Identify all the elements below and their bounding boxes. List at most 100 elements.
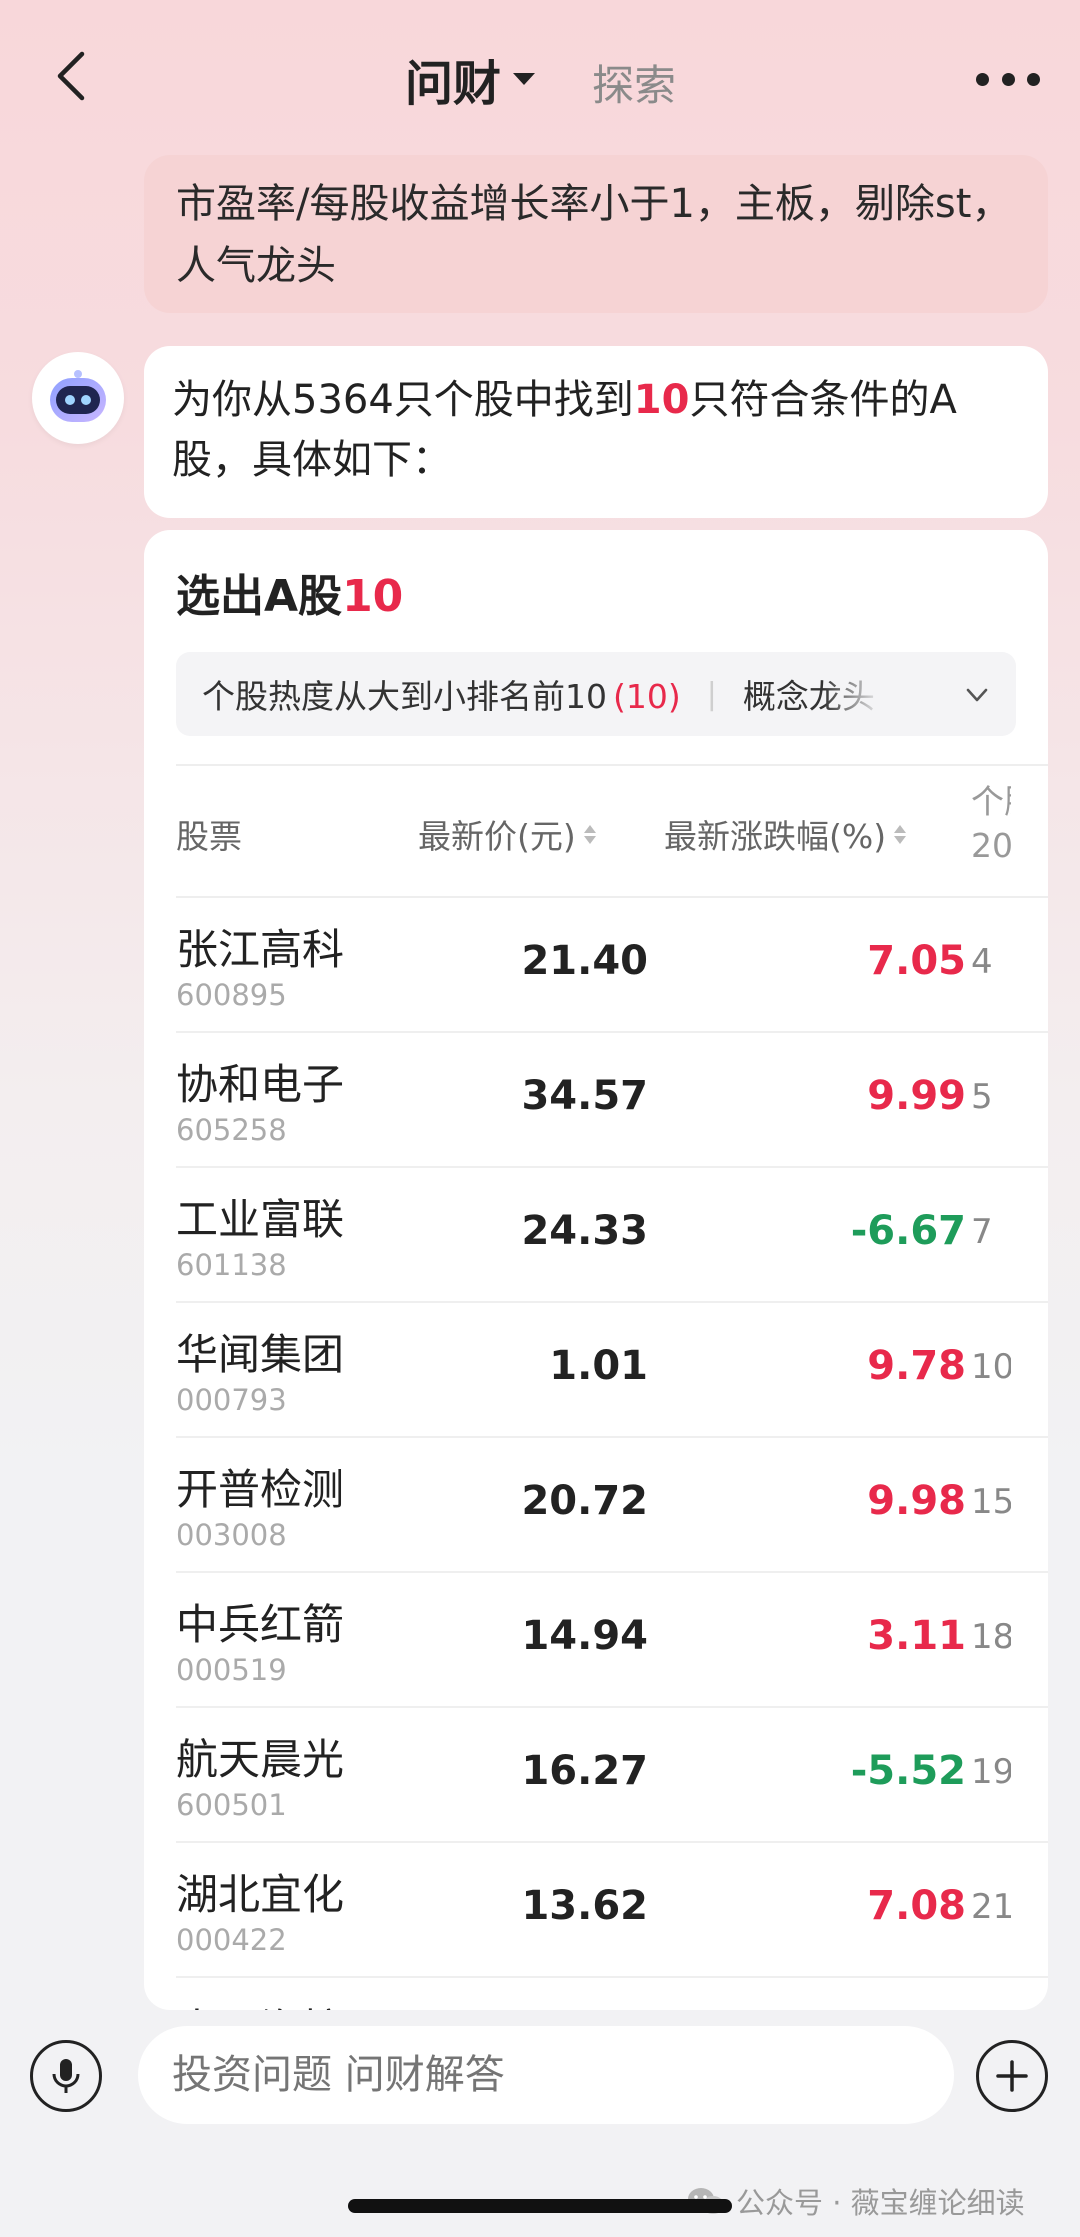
explore-tab[interactable]: 探索 — [592, 52, 676, 113]
stock-rank-partial: 5 — [971, 1077, 993, 1117]
stock-change: -5.52 — [850, 1748, 966, 1794]
stock-change: 9.98 — [867, 1478, 966, 1524]
stock-rank-partial: 7 — [971, 1212, 993, 1252]
stock-price: 20.72 — [521, 1478, 648, 1524]
microphone-icon — [52, 2059, 80, 2093]
bot-avatar — [32, 352, 124, 444]
dot-icon — [976, 72, 989, 86]
stock-code: 605258 — [176, 1113, 287, 1147]
user-query-text: 市盈率/每股收益增长率小于1，主板，剔除st，人气龙头 — [176, 181, 1012, 289]
stock-name: 工业富联 — [176, 1195, 345, 1244]
stock-price: 14.94 — [521, 1613, 648, 1659]
stock-name: 中兵红箭 — [176, 1600, 345, 1649]
table-row[interactable]: 工业富联 601138 24.33 -6.67 7 — [176, 1168, 1048, 1303]
column-header-change[interactable]: 最新涨跌幅(%) — [664, 810, 907, 858]
table-row[interactable]: 湖北宜化 000422 13.62 7.08 21 — [176, 1843, 1048, 1978]
stock-price: 1.01 — [549, 1343, 648, 1389]
stock-change: 9.99 — [867, 1073, 966, 1119]
home-indicator — [348, 2199, 732, 2213]
sort-icon — [894, 824, 907, 844]
table-row[interactable]: 华闻集团 000793 1.01 9.78 10 — [176, 1303, 1048, 1438]
filter-bar[interactable]: 个股热度从大到小排名前10 (10) | 概念龙头 — [176, 652, 1016, 736]
table-row[interactable]: 中远海控 — [176, 1978, 1048, 2010]
stock-code: 600501 — [176, 1788, 287, 1822]
filter-divider: | — [706, 676, 717, 712]
column-header-partial: 个股 2025 — [971, 780, 1011, 868]
result-count: 10 — [342, 571, 404, 622]
stock-code: 000519 — [176, 1653, 287, 1687]
result-title-text: 选出A股 — [176, 571, 343, 622]
watermark-text: 公众号 · 薇宝缠论细读 — [736, 2186, 1025, 2220]
column-header-partial-line2: 2025 — [971, 826, 1011, 865]
stock-name: 中远海控 — [176, 1996, 344, 2010]
add-button[interactable] — [976, 2040, 1048, 2112]
stock-rank-partial: 19 — [971, 1752, 1011, 1792]
stock-name: 张江高科 — [176, 925, 345, 974]
stock-rank-partial: 15 — [971, 1482, 1011, 1522]
voice-input-button[interactable] — [30, 2040, 102, 2112]
column-header-stock-label: 股票 — [176, 817, 242, 856]
bot-reply-prefix: 为你从5364只个股中找到 — [172, 377, 634, 423]
table-body: 张江高科 600895 21.40 7.05 4 协和电子 605258 34.57 9.99 5… — [176, 898, 1048, 2010]
bot-reply-bubble: 为你从5364只个股中找到10只符合条件的A股，具体如下： — [144, 346, 1048, 518]
stock-code: 000793 — [176, 1383, 287, 1417]
stock-code: 600895 — [176, 978, 287, 1012]
stock-price: 16.27 — [521, 1748, 648, 1794]
table-header: 股票 最新价(元) 最新涨跌幅(%) 个股 2025 — [176, 764, 1048, 898]
column-header-partial-line1: 个股 — [971, 782, 1011, 821]
sort-icon — [583, 824, 596, 844]
stock-price: 24.33 — [521, 1208, 648, 1254]
watermark: 公众号 · 薇宝缠论细读 — [686, 2180, 1025, 2222]
table-row[interactable]: 中兵红箭 000519 14.94 3.11 18 — [176, 1573, 1048, 1708]
stock-code: 003008 — [176, 1518, 287, 1552]
filter-label: 个股热度从大到小排名前10 — [202, 677, 607, 716]
column-header-change-label: 最新涨跌幅(%) — [664, 817, 887, 856]
user-query-bubble: 市盈率/每股收益增长率小于1，主板，剔除st，人气龙头 — [144, 155, 1048, 313]
stock-rank-partial: 10 — [971, 1347, 1011, 1387]
stock-price: 34.57 — [521, 1073, 648, 1119]
stock-rank-partial: 21 — [971, 1887, 1011, 1927]
stock-name: 华闻集团 — [176, 1330, 345, 1379]
question-input[interactable] — [138, 2026, 954, 2124]
robot-icon — [50, 370, 106, 422]
table-row[interactable]: 协和电子 605258 34.57 9.99 5 — [176, 1033, 1048, 1168]
stock-name: 开普检测 — [176, 1465, 345, 1514]
stock-change: 3.11 — [867, 1613, 966, 1659]
stock-change: 7.05 — [867, 938, 966, 984]
plus-icon — [996, 2060, 1028, 2092]
column-header-stock: 股票 — [176, 810, 242, 858]
table-row[interactable]: 航天晨光 600501 16.27 -5.52 19 — [176, 1708, 1048, 1843]
table-row[interactable]: 张江高科 600895 21.40 7.05 4 — [176, 898, 1048, 1033]
more-options-button[interactable] — [976, 64, 1040, 94]
stock-name: 航天晨光 — [176, 1735, 345, 1784]
chevron-down-icon[interactable] — [964, 682, 990, 708]
dot-icon — [1001, 72, 1015, 86]
filter-count: (10) — [613, 677, 681, 716]
bot-reply-count: 10 — [633, 377, 690, 423]
table-row[interactable]: 开普检测 003008 20.72 9.98 15 — [176, 1438, 1048, 1573]
top-bar: 问财 探索 — [0, 0, 1080, 150]
filter-chip-concept-leader[interactable]: 概念龙头 — [743, 670, 883, 718]
stock-code: 601138 — [176, 1248, 287, 1282]
stock-change: 9.78 — [867, 1343, 966, 1389]
stock-change: -6.67 — [850, 1208, 966, 1254]
chevron-left-icon — [57, 51, 85, 101]
page-title: 问财 — [405, 56, 502, 112]
stock-price: 13.62 — [521, 1883, 648, 1929]
stock-table: 股票 最新价(元) 最新涨跌幅(%) 个股 2025 张江高科 600895 21.… — [176, 764, 1048, 2010]
stock-code: 000422 — [176, 1923, 287, 1957]
column-header-price[interactable]: 最新价(元) — [418, 810, 596, 858]
filter-chip-hot-rank[interactable]: 个股热度从大到小排名前10 (10) — [176, 670, 681, 718]
result-card: 选出A股10 个股热度从大到小排名前10 (10) | 概念龙头 股票 最新价(元… — [144, 530, 1048, 2010]
stock-rank-partial: 18 — [971, 1617, 1011, 1657]
stock-name: 湖北宜化 — [176, 1870, 345, 1919]
stock-price: 21.40 — [521, 938, 648, 984]
stock-name: 协和电子 — [176, 1060, 345, 1109]
dot-icon — [1027, 72, 1040, 86]
column-header-price-label: 最新价(元) — [418, 817, 576, 856]
stock-change: 7.08 — [867, 1883, 966, 1929]
result-title: 选出A股10 — [176, 560, 403, 624]
caret-down-icon — [513, 73, 536, 85]
title-dropdown[interactable]: 问财 — [405, 44, 536, 114]
back-button[interactable] — [52, 50, 102, 110]
